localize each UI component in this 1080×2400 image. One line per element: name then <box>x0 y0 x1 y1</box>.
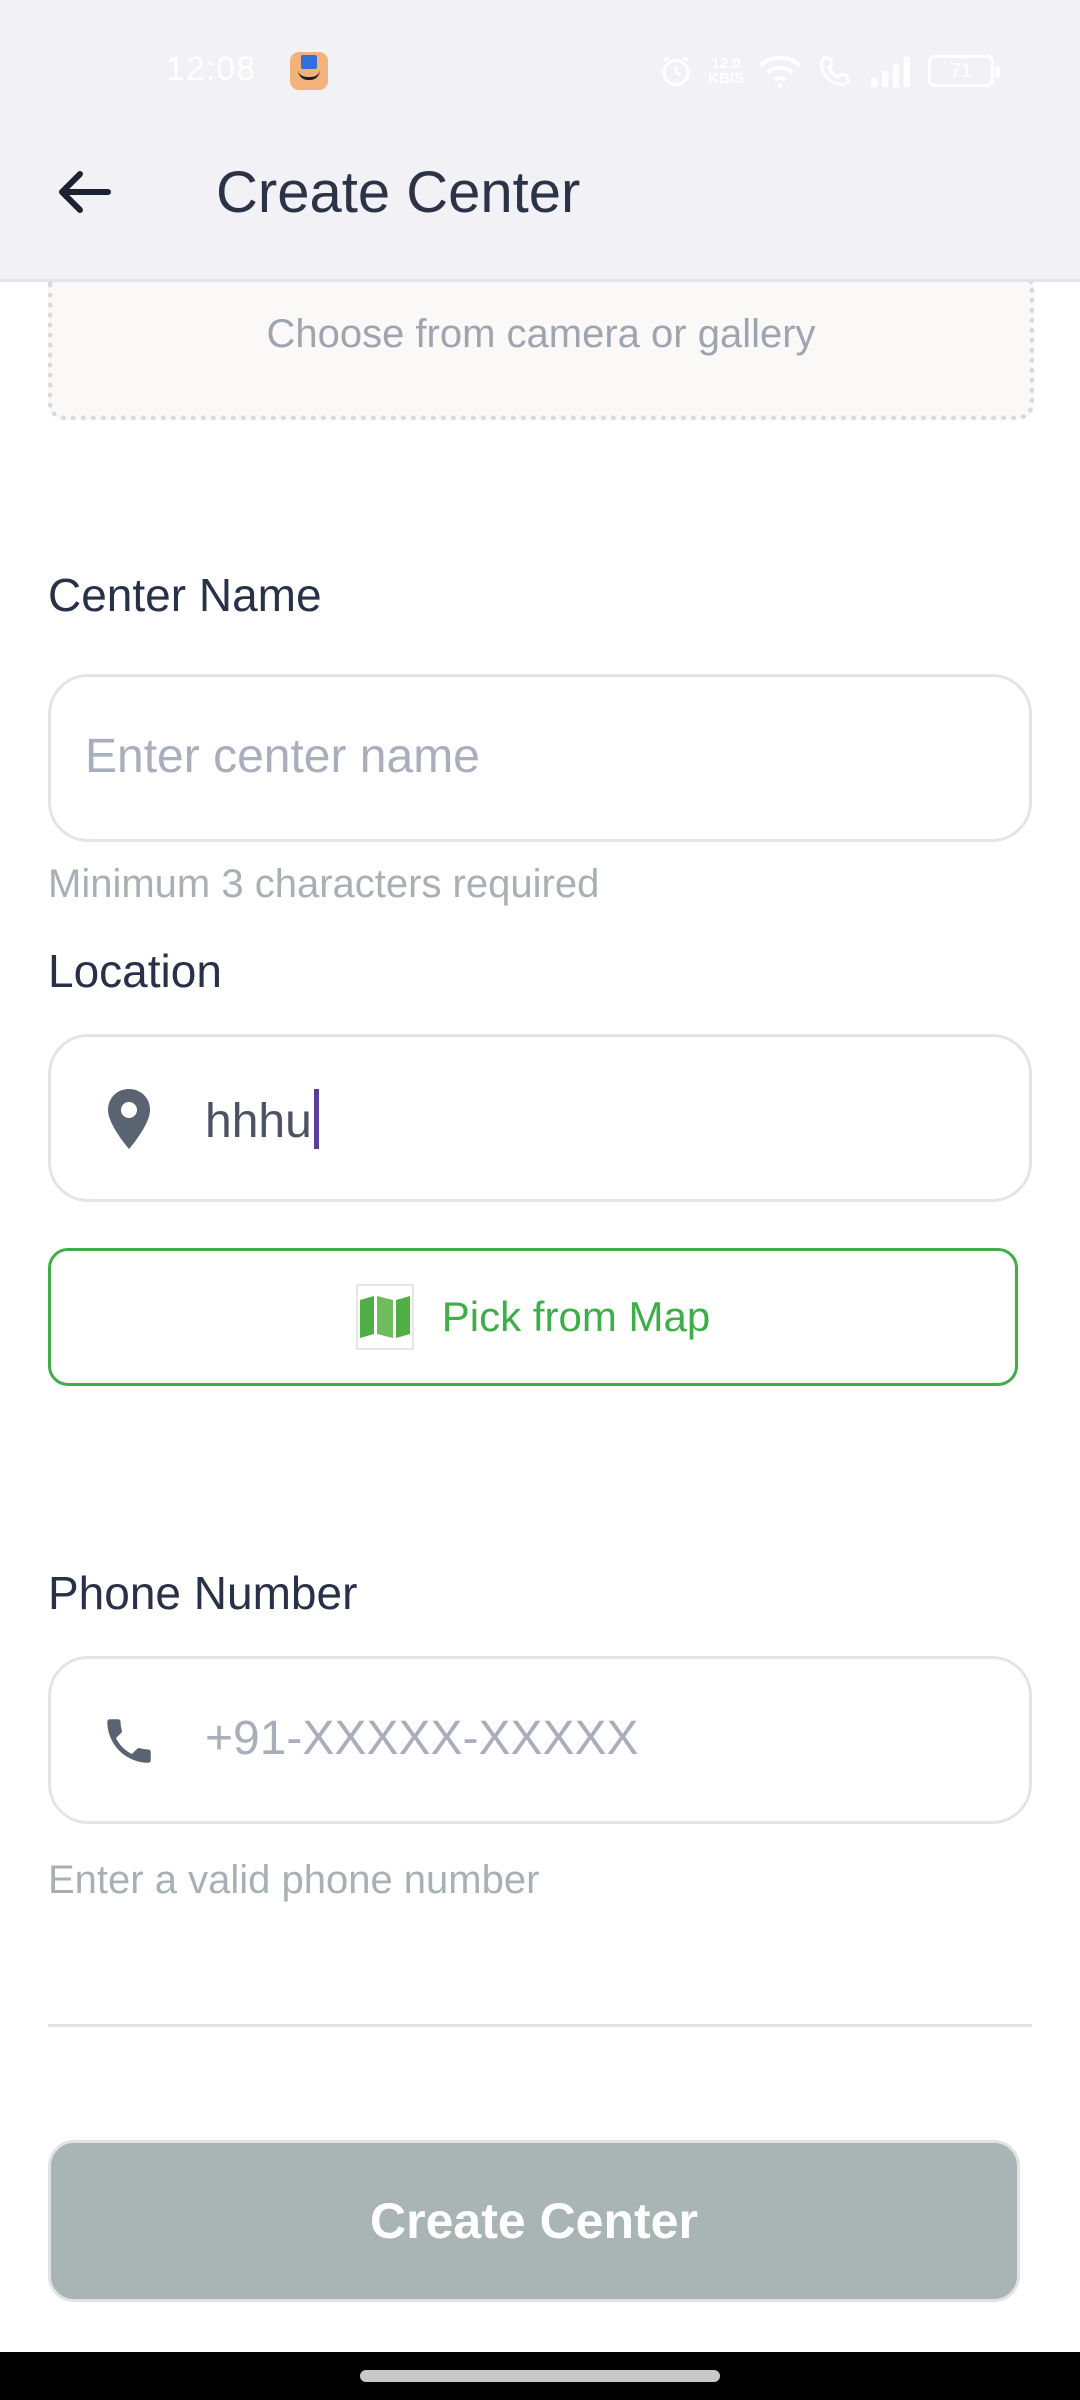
amazon-app-icon <box>290 52 328 90</box>
network-speed: 12.0 KB/S <box>708 56 744 86</box>
page-title: Create Center <box>216 160 581 225</box>
home-indicator[interactable] <box>360 2370 720 2382</box>
network-speed-value: 12.0 <box>711 55 741 72</box>
upload-hint: Choose from camera or gallery <box>266 312 816 356</box>
phone-helper: Enter a valid phone number <box>48 1858 540 1902</box>
center-name-placeholder: Enter center name <box>85 730 480 783</box>
wifi-icon <box>758 55 802 89</box>
text-caret <box>313 1089 319 1149</box>
battery-indicator: 71 <box>928 55 1000 87</box>
folded-map-icon <box>355 1284 414 1350</box>
phone-icon <box>93 1705 165 1777</box>
center-name-label: Center Name <box>48 569 322 621</box>
phone-placeholder: +91-XXXXX-XXXXX <box>205 1712 639 1765</box>
phone-input[interactable]: +91-XXXXX-XXXXX <box>48 1656 1032 1824</box>
create-center-screen: 12:08 12.0 KB/S 71 Create Center Choose … <box>0 0 1080 2400</box>
map-pin-icon <box>93 1083 165 1155</box>
pick-from-map-button[interactable]: Pick from Map <box>48 1248 1018 1386</box>
status-bar: 12:08 12.0 KB/S 71 <box>0 0 1080 130</box>
divider <box>48 2024 1032 2027</box>
location-label: Location <box>48 945 222 997</box>
back-button[interactable] <box>44 152 124 232</box>
create-center-button[interactable]: Create Center <box>48 2140 1020 2302</box>
pick-from-map-label: Pick from Map <box>441 1293 711 1340</box>
signal-icon <box>871 56 910 88</box>
status-time: 12:08 <box>166 50 257 88</box>
top-app-area: 12:08 12.0 KB/S 71 Create Center <box>0 0 1080 282</box>
location-value: hhhu <box>205 1089 319 1149</box>
image-upload-area[interactable]: Choose from camera or gallery <box>48 282 1034 420</box>
center-name-input[interactable]: Enter center name <box>48 674 1032 842</box>
location-value-text: hhhu <box>205 1095 312 1148</box>
network-speed-unit: KB/S <box>708 70 744 87</box>
system-navigation-bar <box>0 2352 1080 2400</box>
app-bar: Create Center <box>0 130 1080 280</box>
arrow-left-icon <box>59 171 111 213</box>
location-input[interactable]: hhhu <box>48 1034 1032 1202</box>
center-name-helper: Minimum 3 characters required <box>48 862 600 906</box>
alarm-icon <box>662 56 690 87</box>
status-icons: 12.0 KB/S 71 <box>658 50 1000 92</box>
wifi-calling-icon <box>819 55 851 87</box>
phone-label: Phone Number <box>48 1567 358 1619</box>
